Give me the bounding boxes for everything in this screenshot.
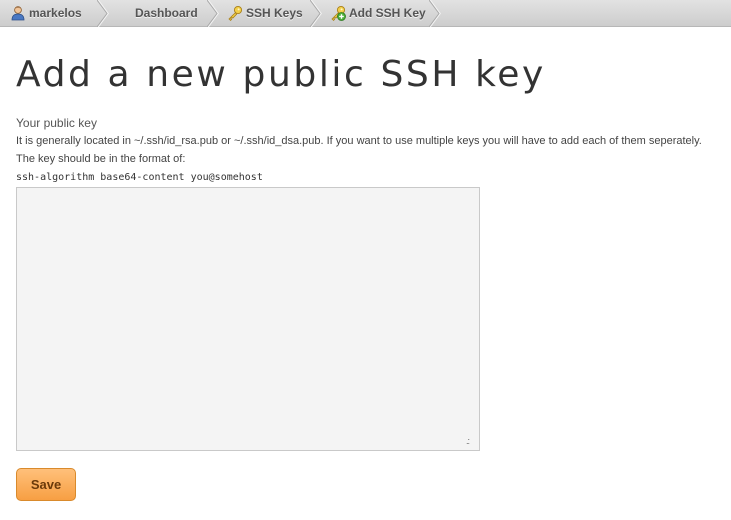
breadcrumb-item-add-ssh-key[interactable]: Add SSH Key [330,0,426,26]
key-location-help: It is generally located in ~/.ssh/id_rsa… [16,135,702,147]
save-button[interactable]: Save [16,468,76,501]
breadcrumb-label: Add SSH Key [349,6,426,20]
user-icon [10,5,26,21]
breadcrumb: markelos Dashboard SSH Keys Add SSH Key [0,0,731,27]
breadcrumb-separator [207,0,219,27]
key-icon [227,5,243,21]
breadcrumb-item-ssh-keys[interactable]: SSH Keys [227,0,303,26]
breadcrumb-separator [97,0,109,27]
key-format-help: The key should be in the format of: [16,153,186,165]
breadcrumb-label: markelos [29,6,82,20]
public-key-textarea[interactable] [16,187,480,451]
breadcrumb-separator [429,0,441,27]
key-format-example: ssh-algorithm base64-content you@somehos… [16,172,263,183]
breadcrumb-label: SSH Keys [246,6,303,20]
resize-grip-icon[interactable]: .: [466,436,470,446]
breadcrumb-item-user[interactable]: markelos [10,0,82,26]
page-title: Add a new public SSH key [16,54,546,95]
breadcrumb-label: Dashboard [135,6,198,20]
breadcrumb-separator [310,0,322,27]
breadcrumb-item-dashboard[interactable]: Dashboard [135,0,198,26]
public-key-label: Your public key [16,116,97,130]
key-add-icon [330,5,346,21]
